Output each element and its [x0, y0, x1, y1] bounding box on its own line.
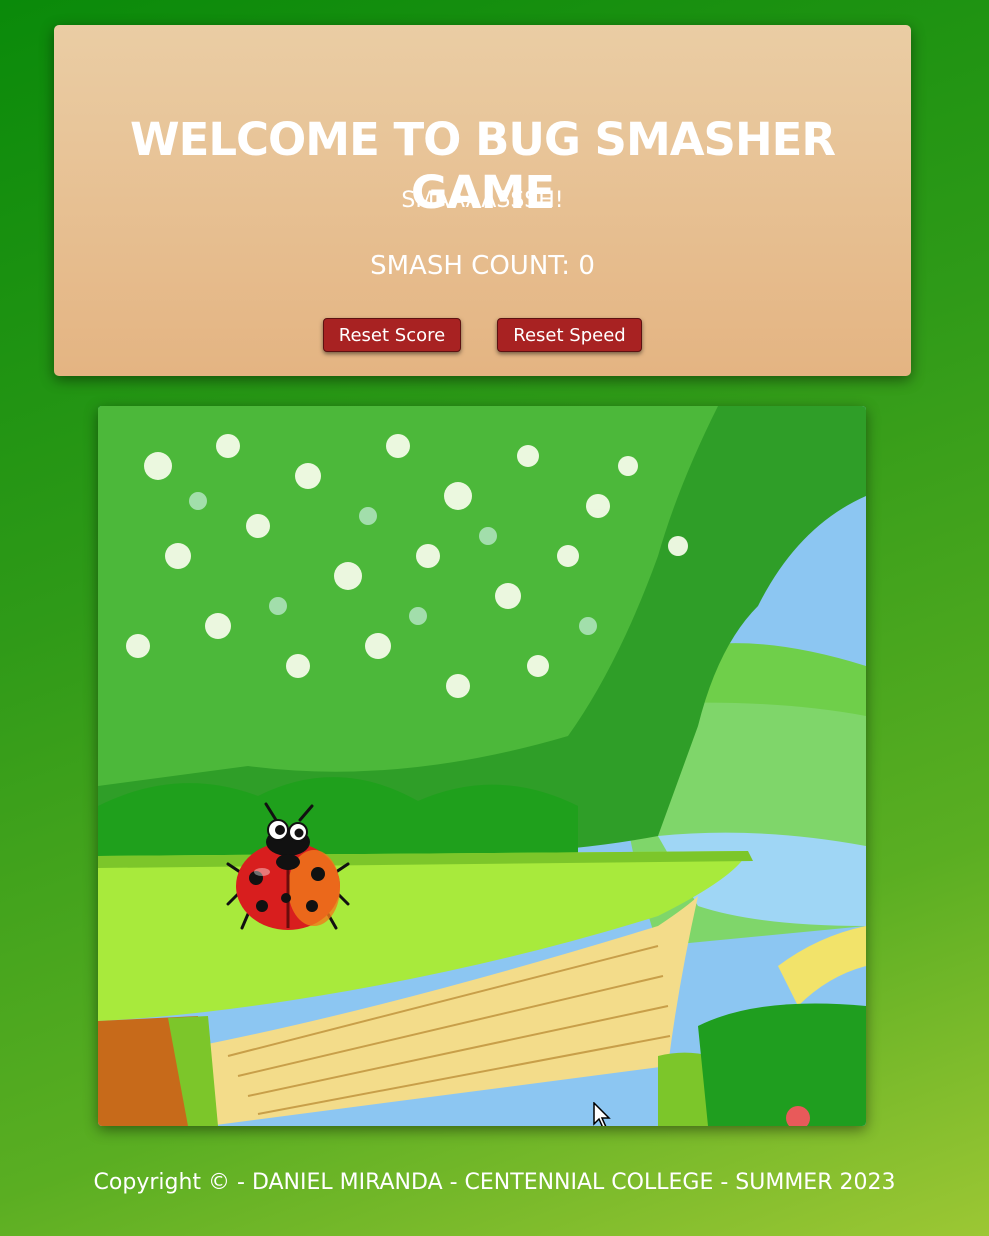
- game-background: [98, 406, 866, 1126]
- smash-count: SMASH COUNT: 0: [370, 251, 595, 281]
- mouse-pointer-icon: [593, 1102, 611, 1126]
- smash-message: SMAAAASSSH!: [401, 188, 564, 213]
- ladybug-icon[interactable]: [226, 802, 350, 934]
- reset-speed-button[interactable]: Reset Speed: [497, 318, 642, 352]
- header-card: WELCOME TO BUG SMASHER GAME SMAAAASSSH! …: [54, 25, 911, 376]
- footer-copyright: Copyright © - DANIEL MIRANDA - CENTENNIA…: [93, 1170, 896, 1195]
- game-canvas[interactable]: [98, 406, 866, 1126]
- reset-score-button[interactable]: Reset Score: [323, 318, 461, 352]
